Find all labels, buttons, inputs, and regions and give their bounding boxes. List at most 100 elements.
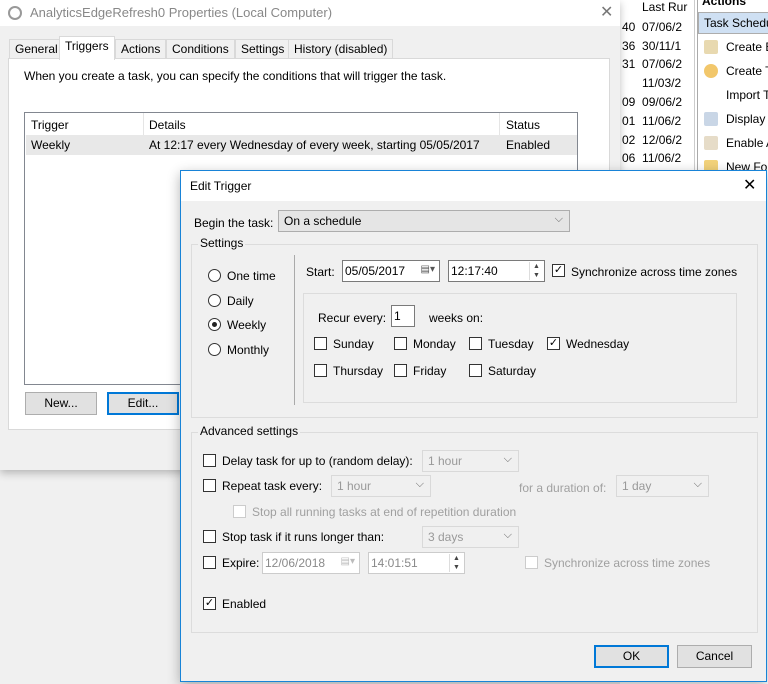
enabled-label: Enabled [222,597,267,611]
day-monday-label: Monday [413,337,456,351]
action-display[interactable]: Display A [726,112,768,126]
radio-daily-label: Daily [227,294,254,308]
tab-general[interactable]: General [9,39,64,59]
duration-select[interactable]: 1 day ⌵ [616,475,709,497]
list-item[interactable]: 01 11/06/2 [622,114,681,128]
tab-history[interactable]: History (disabled) [288,39,394,59]
stop-longer-select[interactable]: 3 days ⌵ [422,526,519,548]
properties-title-bar: AnalyticsEdgeRefresh0 Properties (Local … [0,0,620,26]
start-label: Start: [306,265,335,279]
tab-actions[interactable]: Actions [115,39,167,59]
radio-one-time-label: One time [227,269,276,283]
begin-task-select[interactable]: On a schedule ⌵ [278,210,570,232]
time-spinner[interactable]: ▲ ▼ [449,554,463,572]
properties-title: AnalyticsEdgeRefresh0 Properties (Local … [30,5,333,20]
list-item[interactable]: 06 11/06/2 [622,151,681,165]
time-spinner[interactable]: ▲ ▼ [529,262,543,280]
expire-date-input[interactable]: 12/06/2018 ▤▾ [262,552,360,574]
recur-every-label: Recur every: [318,311,387,325]
sync-time-zones-checkbox[interactable]: ✓ [552,264,565,277]
action-import[interactable]: Import T [726,88,768,102]
repeat-select[interactable]: 1 hour ⌵ [331,475,431,497]
begin-task-label: Begin the task: [194,216,274,230]
day-friday-checkbox[interactable] [394,364,407,377]
day-sunday-checkbox[interactable] [314,337,327,350]
day-saturday-checkbox[interactable] [469,364,482,377]
calendar-dropdown-icon[interactable]: ▤▾ [341,556,355,567]
day-tuesday-label: Tuesday [488,337,534,351]
repeat-checkbox[interactable] [203,479,216,492]
start-date-input[interactable]: 05/05/2017 ▤▾ [342,260,440,282]
day-sunday-label: Sunday [333,337,374,351]
actions-pane: Actions Task Schedu Create B Create T Im… [697,0,768,180]
recur-every-input[interactable]: 1 [391,305,415,327]
table-row[interactable]: Weekly At 12:17 every Wednesday of every… [26,135,577,155]
column-trigger[interactable]: Trigger [31,118,69,132]
radio-monthly-label: Monthly [227,343,270,357]
tab-triggers[interactable]: Triggers [59,36,115,60]
expire-time-input[interactable]: 14:01:51 ▲ ▼ [368,552,465,574]
day-friday-label: Friday [413,364,447,378]
create-basic-task-icon [704,40,718,54]
radio-one-time[interactable] [208,269,221,282]
edit-trigger-button[interactable]: Edit... [107,392,179,415]
close-icon[interactable]: ✕ [743,175,756,195]
delay-checkbox[interactable] [203,454,216,467]
tab-conditions[interactable]: Conditions [166,39,235,59]
stop-all-label: Stop all running tasks at end of repetit… [252,505,517,519]
dialog-title-bar: Edit Trigger ✕ [181,171,766,201]
create-task-icon [704,64,718,78]
delay-select[interactable]: 1 hour ⌵ [422,450,519,472]
expire-label: Expire: [222,556,260,570]
dialog-title: Edit Trigger [190,179,252,193]
radio-monthly[interactable] [208,343,221,356]
ok-button[interactable]: OK [594,645,669,668]
column-status[interactable]: Status [506,118,540,132]
delay-label: Delay task for up to (random delay): [222,454,413,468]
expire-sync-checkbox[interactable] [525,556,538,569]
task-list-background: Last Rur 40 07/06/2 36 30/11/1 31 07/06/… [620,0,695,180]
stop-all-checkbox[interactable] [233,505,246,518]
actions-header: Actions [702,0,747,8]
clock-icon [8,6,22,20]
list-item[interactable]: 09 09/06/2 [622,95,682,109]
enabled-checkbox[interactable]: ✓ [203,597,216,610]
chevron-down-icon: ⌵ [554,213,563,225]
list-item[interactable]: 11/03/2 [642,76,681,90]
repeat-label: Repeat task every: [222,479,323,493]
day-wednesday-checkbox[interactable]: ✓ [547,337,560,350]
day-thursday-checkbox[interactable] [314,364,327,377]
day-thursday-label: Thursday [333,364,384,378]
close-icon[interactable]: ✕ [600,2,613,22]
radio-weekly-label: Weekly [227,318,267,332]
divider [294,255,295,405]
day-monday-checkbox[interactable] [394,337,407,350]
action-task-scheduler[interactable]: Task Schedu [698,12,768,34]
expire-checkbox[interactable] [203,556,216,569]
advanced-settings-label: Advanced settings [198,424,301,438]
new-trigger-button[interactable]: New... [25,392,97,415]
start-time-input[interactable]: 12:17:40 ▲ ▼ [448,260,545,282]
stop-longer-label: Stop task if it runs longer than: [222,530,385,544]
list-item[interactable]: 40 07/06/2 [622,20,682,34]
list-item[interactable]: 31 07/06/2 [622,57,682,71]
cancel-button[interactable]: Cancel [677,645,752,668]
settings-label: Settings [198,236,246,250]
action-create-basic[interactable]: Create B [726,40,768,54]
display-icon [704,112,718,126]
expire-sync-label: Synchronize across time zones [544,556,711,570]
sync-time-zones-label: Synchronize across time zones [571,265,738,279]
list-item[interactable]: 36 30/11/1 [622,39,681,53]
action-enable[interactable]: Enable A [726,136,768,150]
tab-settings[interactable]: Settings [235,39,291,59]
radio-daily[interactable] [208,294,221,307]
list-item[interactable]: 02 12/06/2 [622,133,682,147]
action-create-task[interactable]: Create T [726,64,768,78]
stop-longer-checkbox[interactable] [203,530,216,543]
day-saturday-label: Saturday [488,364,537,378]
triggers-description: When you create a task, you can specify … [24,69,447,83]
radio-weekly[interactable] [208,318,221,331]
day-tuesday-checkbox[interactable] [469,337,482,350]
calendar-dropdown-icon[interactable]: ▤▾ [421,264,435,275]
column-details[interactable]: Details [149,118,186,132]
